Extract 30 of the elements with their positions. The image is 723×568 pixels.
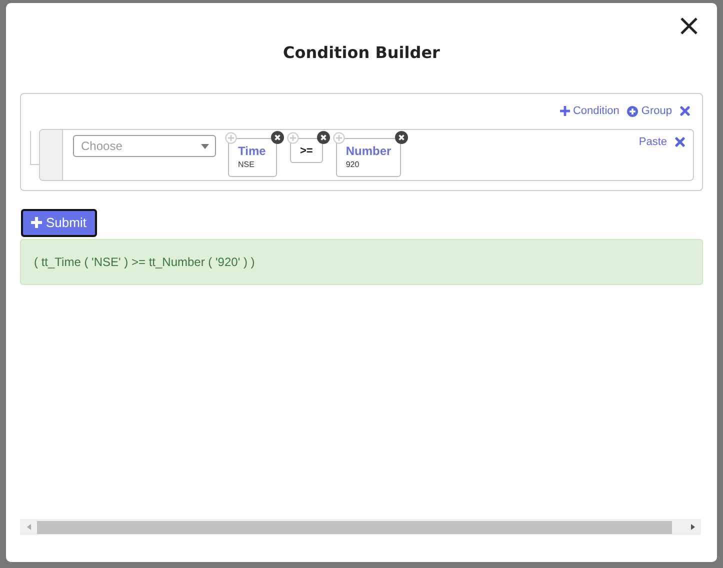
add-group-link[interactable]: Group [627,105,672,117]
select-field[interactable]: Choose [73,135,216,157]
field-token[interactable]: Time NSE [228,138,277,177]
paste-link[interactable]: Paste [638,136,667,148]
scrollbar-thumb[interactable] [37,520,672,534]
result-message: ( tt_Time ( 'NSE' ) >= tt_Number ( '920' ) ) [20,239,703,285]
delete-icon[interactable] [675,137,685,147]
submit-button[interactable]: Submit [21,209,98,237]
caret-icon [201,144,209,148]
operator: >= [300,145,313,157]
placeholder: Choose [81,139,122,153]
field-value: 920 [346,160,360,169]
field-value: NSE [238,160,256,169]
scroll-right-icon[interactable] [689,523,697,531]
field-name: Time [238,144,267,158]
remove-icon[interactable] [395,131,408,144]
field-token[interactable]: Number 920 [336,138,402,177]
field-name: Number [346,144,392,158]
operator-token[interactable]: >= [290,138,323,163]
remove-icon[interactable] [316,131,330,144]
add-condition-link[interactable]: Condition [560,105,620,117]
plus-icon [560,106,570,116]
plus-icon [31,217,42,228]
horizontal-scrollbar[interactable] [20,519,701,535]
dialog-title: Condition Builder [282,43,441,62]
close-icon[interactable] [680,17,698,35]
delete-icon[interactable] [680,106,690,116]
plus-circle-icon [627,106,638,116]
drag-handle[interactable] [40,130,63,180]
remove-icon[interactable] [271,131,284,144]
